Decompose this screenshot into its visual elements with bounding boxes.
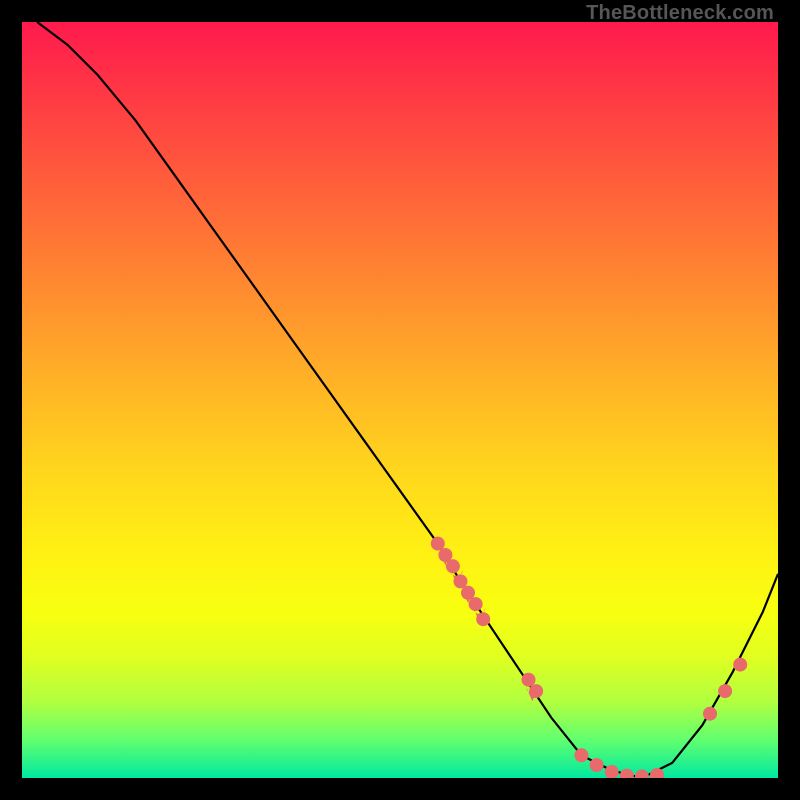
scatter-dots [431, 537, 747, 778]
scatter-dot [446, 559, 460, 573]
scatter-dot [574, 748, 588, 762]
scatter-dot [431, 537, 445, 551]
chart-frame: TheBottleneck.com [0, 0, 800, 800]
curve-layer [22, 22, 778, 778]
scatter-dot [476, 612, 490, 626]
scatter-dot [522, 673, 536, 687]
scatter-dot [733, 658, 747, 672]
scatter-dot [650, 768, 664, 778]
scatter-dot [620, 769, 634, 778]
plot-area [22, 22, 778, 778]
scatter-dot [469, 597, 483, 611]
bottleneck-curve [37, 22, 778, 778]
scatter-dot [635, 770, 649, 779]
watermark-text: TheBottleneck.com [586, 2, 774, 25]
scatter-dot [718, 684, 732, 698]
scatter-dot [454, 574, 468, 588]
scatter-dot [529, 684, 543, 698]
scatter-dot [703, 707, 717, 721]
scatter-dot [590, 758, 604, 772]
